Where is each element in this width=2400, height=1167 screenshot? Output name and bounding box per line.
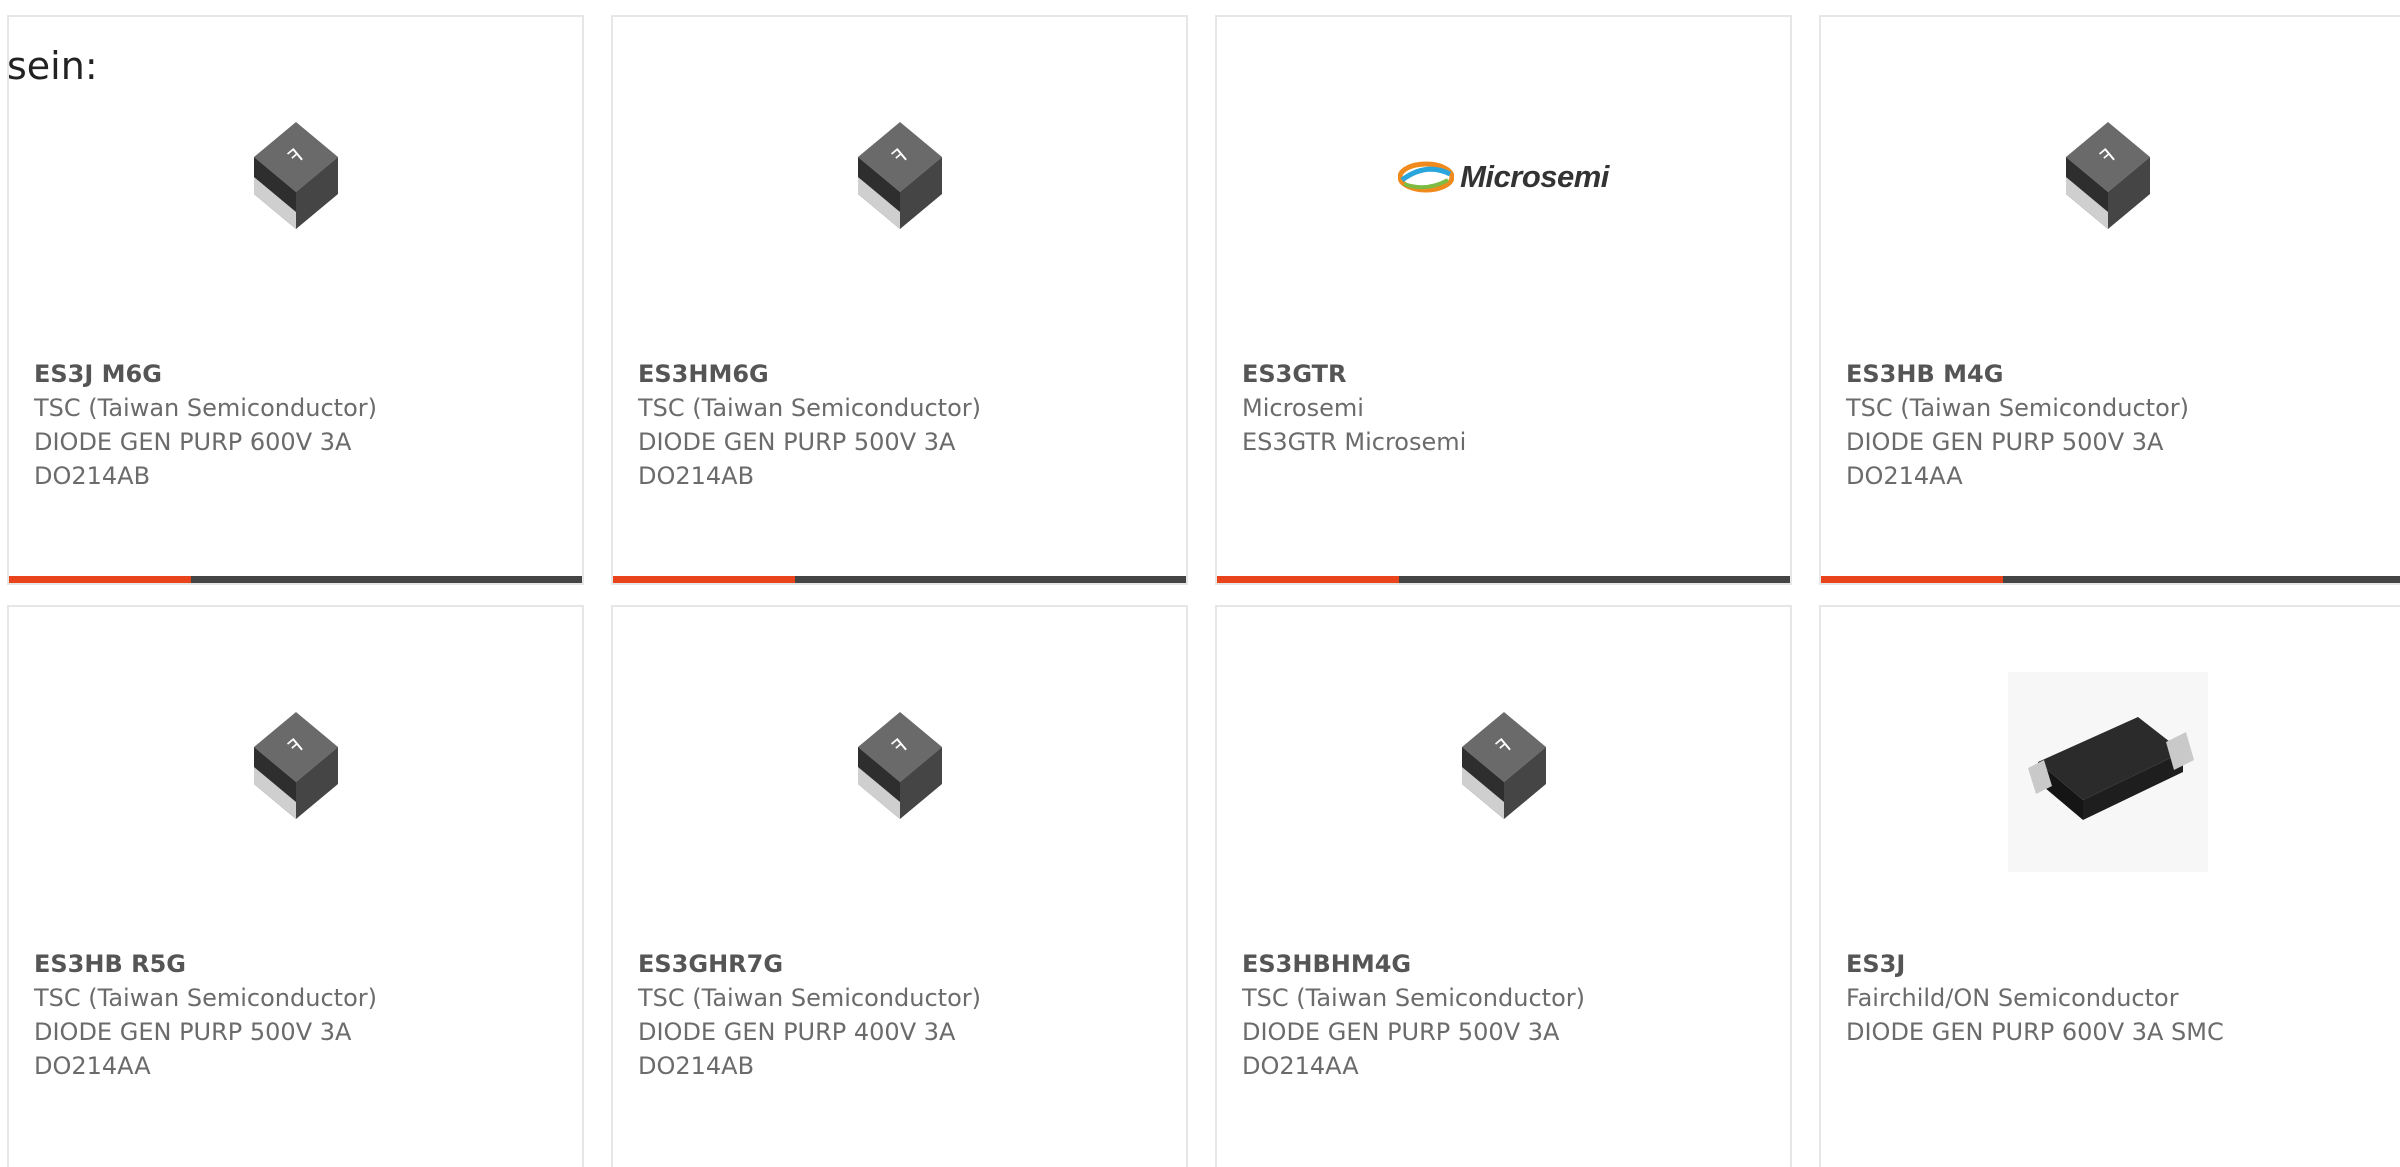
product-image[interactable]: ꟻ xyxy=(613,112,1186,242)
manufacturer: TSC (Taiwan Semiconductor) xyxy=(34,984,377,1012)
manufacturer: Fairchild/ON Semiconductor xyxy=(1846,984,2179,1012)
description: DIODE GEN PURP 500V 3A xyxy=(1242,1018,1560,1046)
tsc-smd-package-icon: ꟻ xyxy=(2065,122,2150,229)
part-number[interactable]: ES3HBHM4G xyxy=(1242,947,1585,981)
manufacturer: TSC (Taiwan Semiconductor) xyxy=(638,984,981,1012)
product-info: ES3GHR7G TSC (Taiwan Semiconductor) DIOD… xyxy=(638,947,981,1083)
product-info: ES3HB M4G TSC (Taiwan Semiconductor) DIO… xyxy=(1846,357,2189,493)
tsc-smd-package-icon: ꟻ xyxy=(253,712,338,819)
intro-text: sein: xyxy=(7,44,98,88)
package: DO214AB xyxy=(34,462,151,490)
card-accent-bar xyxy=(1821,576,2003,583)
product-info: ES3J Fairchild/ON Semiconductor DIODE GE… xyxy=(1846,947,2224,1049)
tsc-smd-package-icon: ꟻ xyxy=(253,122,338,229)
part-number[interactable]: ES3HB R5G xyxy=(34,947,377,981)
part-number[interactable]: ES3J M6G xyxy=(34,357,377,391)
tsc-smd-package-icon: ꟻ xyxy=(1461,712,1546,819)
product-image[interactable]: ꟻ xyxy=(1821,112,2394,242)
product-image[interactable]: Microsemi xyxy=(1217,112,1790,242)
card-bottom-bar xyxy=(1217,576,1790,583)
card-bottom-bar xyxy=(1821,576,2400,583)
part-number[interactable]: ES3GTR xyxy=(1242,357,1466,391)
part-number[interactable]: ES3J xyxy=(1846,947,2224,981)
product-info: ES3J M6G TSC (Taiwan Semiconductor) DIOD… xyxy=(34,357,377,493)
product-image[interactable]: ꟻ xyxy=(613,702,1186,832)
microsemi-logo-text: Microsemi xyxy=(1460,159,1609,194)
description: DIODE GEN PURP 500V 3A xyxy=(1846,428,2164,456)
product-image[interactable]: ꟻ xyxy=(9,112,582,242)
description: ES3GTR Microsemi xyxy=(1242,428,1467,456)
manufacturer: Microsemi xyxy=(1242,394,1364,422)
description: DIODE GEN PURP 500V 3A xyxy=(34,1018,352,1046)
product-grid-page: sein: ꟻ ES3J M6G TSC (Taiwan Semiconduct… xyxy=(0,0,2400,1167)
product-card[interactable]: Microsemi ES3GTR Microsemi ES3GTR Micros… xyxy=(1215,15,1792,585)
part-number[interactable]: ES3HB M4G xyxy=(1846,357,2189,391)
package: DO214AB xyxy=(638,462,755,490)
product-card[interactable]: ꟻ ES3HM6G TSC (Taiwan Semiconductor) DIO… xyxy=(611,15,1188,585)
product-card[interactable]: ꟻ ES3J M6G TSC (Taiwan Semiconductor) DI… xyxy=(7,15,584,585)
card-accent-bar xyxy=(1217,576,1399,583)
product-image[interactable]: ꟻ xyxy=(9,702,582,832)
smc-package-icon xyxy=(2007,672,2208,872)
description: DIODE GEN PURP 500V 3A xyxy=(638,428,956,456)
product-card[interactable]: ꟻ ES3HB M4G TSC (Taiwan Semiconductor) D… xyxy=(1819,15,2400,585)
product-card[interactable]: ꟻ ES3HB R5G TSC (Taiwan Semiconductor) D… xyxy=(7,605,584,1167)
description: DIODE GEN PURP 600V 3A xyxy=(34,428,352,456)
card-bottom-bar xyxy=(9,576,582,583)
product-image[interactable] xyxy=(1821,672,2394,872)
card-bottom-bar xyxy=(613,576,1186,583)
product-info: ES3HM6G TSC (Taiwan Semiconductor) DIODE… xyxy=(638,357,981,493)
package: DO214AA xyxy=(1242,1052,1359,1080)
card-accent-bar xyxy=(9,576,191,583)
product-card[interactable]: ES3J Fairchild/ON Semiconductor DIODE GE… xyxy=(1819,605,2400,1167)
product-info: ES3HB R5G TSC (Taiwan Semiconductor) DIO… xyxy=(34,947,377,1083)
manufacturer: TSC (Taiwan Semiconductor) xyxy=(34,394,377,422)
package: DO214AA xyxy=(34,1052,151,1080)
package: DO214AB xyxy=(638,1052,755,1080)
tsc-smd-package-icon: ꟻ xyxy=(857,122,942,229)
product-card[interactable]: ꟻ ES3GHR7G TSC (Taiwan Semiconductor) DI… xyxy=(611,605,1188,1167)
part-number[interactable]: ES3HM6G xyxy=(638,357,981,391)
product-info: ES3GTR Microsemi ES3GTR Microsemi xyxy=(1242,357,1466,459)
product-image[interactable]: ꟻ xyxy=(1217,702,1790,832)
microsemi-logo: Microsemi xyxy=(1398,159,1609,195)
manufacturer: TSC (Taiwan Semiconductor) xyxy=(1242,984,1585,1012)
manufacturer: TSC (Taiwan Semiconductor) xyxy=(1846,394,2189,422)
product-info: ES3HBHM4G TSC (Taiwan Semiconductor) DIO… xyxy=(1242,947,1585,1083)
part-number[interactable]: ES3GHR7G xyxy=(638,947,981,981)
card-accent-bar xyxy=(613,576,795,583)
package: DO214AA xyxy=(1846,462,1963,490)
tsc-smd-package-icon: ꟻ xyxy=(857,712,942,819)
microsemi-swirl-icon xyxy=(1398,161,1455,193)
product-card[interactable]: ꟻ ES3HBHM4G TSC (Taiwan Semiconductor) D… xyxy=(1215,605,1792,1167)
description: DIODE GEN PURP 600V 3A SMC xyxy=(1846,1018,2224,1046)
description: DIODE GEN PURP 400V 3A xyxy=(638,1018,956,1046)
manufacturer: TSC (Taiwan Semiconductor) xyxy=(638,394,981,422)
